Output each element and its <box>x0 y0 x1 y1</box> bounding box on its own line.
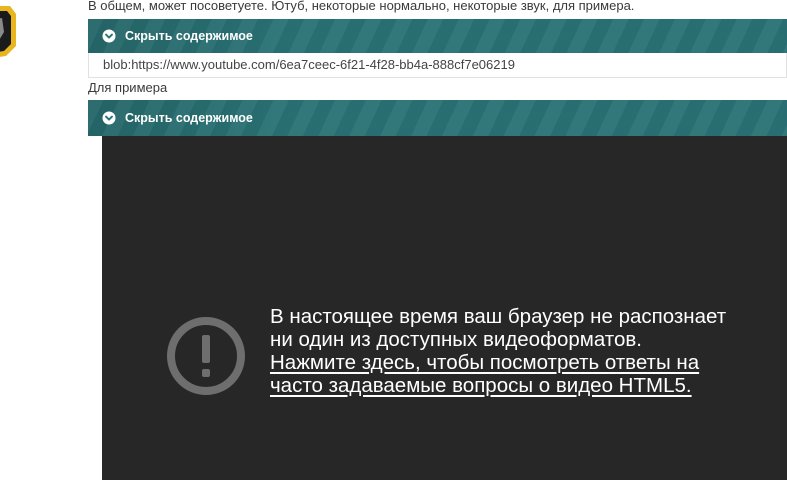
chevron-circle-down-icon <box>102 111 116 125</box>
post-text-line: В общем, может посоветуете. Ютуб, некото… <box>88 0 635 13</box>
faq-link-line: Нажмите здесь, чтобы посмотреть ответы н… <box>270 351 700 374</box>
spoiler-toggle-label: Скрыть содержимое <box>125 111 253 125</box>
exclamation-circle-icon <box>167 317 245 395</box>
spoiler-toggle-label: Скрыть содержимое <box>125 29 253 43</box>
error-message-line: ни один из доступных видеоформатов. <box>270 328 642 351</box>
spoiler-block-link: Скрыть содержимое blob:https://www.youtu… <box>88 19 787 78</box>
video-player[interactable]: В настоящее время ваш браузер не распозн… <box>102 136 787 480</box>
video-error-message: В настоящее время ваш браузер не распозн… <box>270 305 787 397</box>
error-message-line: В настоящее время ваш браузер не распозн… <box>270 305 727 328</box>
spoiler-content: В настоящее время ваш браузер не распозн… <box>88 136 787 480</box>
faq-link-line: часто задаваемые вопросы о видео HTML5. <box>270 374 692 397</box>
chevron-circle-down-icon <box>102 29 116 43</box>
html5-faq-link[interactable]: часто задаваемые вопросы о видео HTML5. <box>270 374 787 397</box>
spoiler-toggle-button[interactable]: Скрыть содержимое <box>88 19 787 53</box>
spoiler-toggle-button[interactable]: Скрыть содержимое <box>88 100 787 136</box>
spoiler-block-video: Скрыть содержимое В настоящее время ваш … <box>88 100 787 480</box>
spoiler-content: blob:https://www.youtube.com/6ea7ceec-6f… <box>88 53 787 78</box>
forum-post-page: В общем, может посоветуете. Ютуб, некото… <box>0 0 787 481</box>
html5-faq-link[interactable]: Нажмите здесь, чтобы посмотреть ответы н… <box>270 351 787 374</box>
post-text-line: Для примера <box>88 80 168 95</box>
blob-url-text: blob:https://www.youtube.com/6ea7ceec-6f… <box>103 57 515 72</box>
shield-badge-icon[interactable] <box>0 2 18 60</box>
